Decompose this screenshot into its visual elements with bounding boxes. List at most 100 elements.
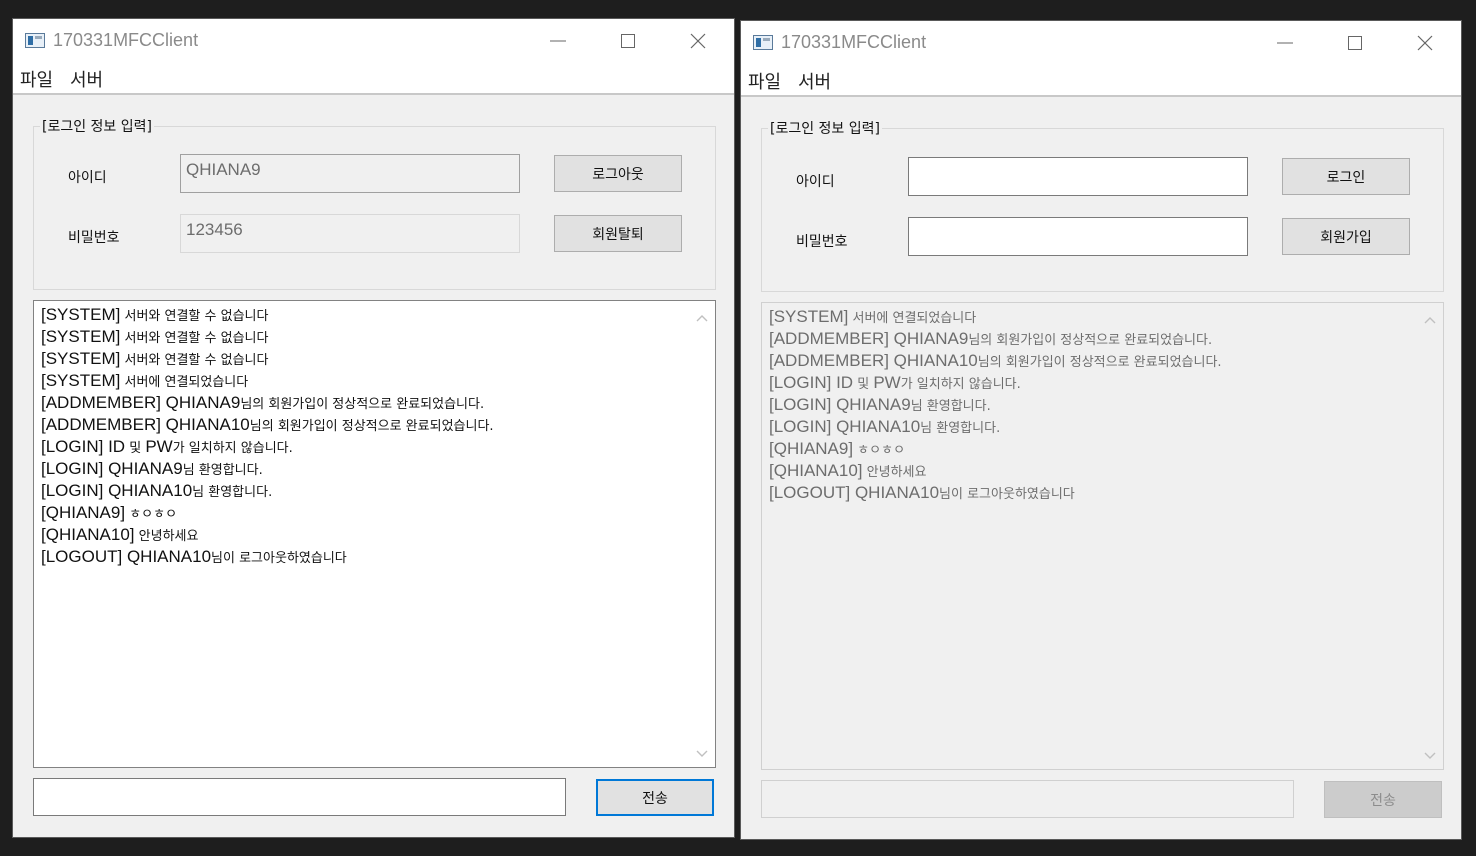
maximize-button[interactable] xyxy=(1325,21,1385,65)
menu-server[interactable]: 서버 xyxy=(70,66,103,92)
log-tag: [LOGIN] QHIANA9 xyxy=(41,459,183,478)
log-line: [SYSTEM] 서버에 연결되었습니다 xyxy=(769,306,1415,328)
log-message: 서버와 연결할 수 없습니다 xyxy=(120,331,269,346)
password-label: 비밀번호 xyxy=(68,230,120,246)
login-button[interactable]: 로그인 xyxy=(1282,158,1410,195)
log-line: [LOGIN] ID 및 PW가 일치하지 않습니다. xyxy=(41,436,687,458)
log-tag: [SYSTEM] xyxy=(41,327,121,346)
log-tag: [SYSTEM] xyxy=(41,371,121,390)
log-tag: [LOGIN] QHIANA10 xyxy=(41,481,193,500)
window-title: 170331MFCClient xyxy=(53,30,199,50)
close-button[interactable] xyxy=(1395,21,1455,65)
scroll-down-icon[interactable] xyxy=(695,749,709,759)
id-field[interactable] xyxy=(908,157,1248,196)
chat-log[interactable]: [SYSTEM] 서버에 연결되었습니다 [ADDMEMBER] QHIANA9님… xyxy=(761,302,1444,770)
log-message: 님의 회원가입이 정상적으로 완료되었습니다. xyxy=(977,355,1222,370)
log-message: 서버와 연결할 수 없습니다 xyxy=(120,309,269,324)
log-tag: [LOGOUT] QHIANA10 xyxy=(41,547,212,566)
scroll-up-icon[interactable] xyxy=(695,313,709,323)
log-line: [SYSTEM] 서버와 연결할 수 없습니다 xyxy=(41,326,687,348)
chat-log-list: [SYSTEM] 서버에 연결되었습니다 [ADDMEMBER] QHIANA9님… xyxy=(769,306,1415,504)
message-input[interactable] xyxy=(33,778,566,816)
chat-log-list: [SYSTEM] 서버와 연결할 수 없습니다 [SYSTEM] 서버와 연결할 … xyxy=(41,304,687,568)
close-icon xyxy=(690,33,706,49)
id-label: 아이디 xyxy=(796,174,835,190)
log-message: 가 일치하지 않습니다. xyxy=(900,377,1021,392)
log-message: 서버와 연결할 수 없습니다 xyxy=(120,353,269,368)
log-tag: [QHIANA10] xyxy=(769,461,863,480)
log-line: [SYSTEM] 서버에 연결되었습니다 xyxy=(41,370,687,392)
log-tag: [ADDMEMBER] QHIANA9 xyxy=(41,393,241,412)
log-line: [QHIANA10] 안녕하세요 xyxy=(769,460,1415,482)
password-field[interactable] xyxy=(908,217,1248,256)
log-line: [SYSTEM] 서버와 연결할 수 없습니다 xyxy=(41,348,687,370)
log-tag: [QHIANA9] xyxy=(769,439,854,458)
log-tag: [SYSTEM] xyxy=(41,349,121,368)
menu-file[interactable]: 파일 xyxy=(748,68,781,94)
log-message: 가 일치하지 않습니다. xyxy=(172,441,293,456)
client-window-logged-out: 170331MFCClient 파일 서버 [로그인 정보 입력] 아이디 로그… xyxy=(740,20,1462,840)
log-line: [LOGOUT] QHIANA10님이 로그아웃하였습니다 xyxy=(769,482,1415,504)
scroll-up-icon[interactable] xyxy=(1423,315,1437,325)
password-field[interactable]: 123456 xyxy=(180,214,520,253)
log-tag: [LOGOUT] QHIANA10 xyxy=(769,483,940,502)
send-button[interactable]: 전송 xyxy=(596,779,714,816)
group-label: [로그인 정보 입력] xyxy=(40,116,154,136)
log-tag: PW xyxy=(145,437,173,456)
log-message: 님이 로그아웃하였습니다 xyxy=(211,551,347,566)
menu-bar: 파일 서버 xyxy=(13,63,734,95)
log-tag: [LOGIN] QHIANA9 xyxy=(769,395,911,414)
window-title: 170331MFCClient xyxy=(781,32,927,52)
log-line: [LOGIN] QHIANA10님 환영합니다. xyxy=(769,416,1415,438)
log-line: [ADDMEMBER] QHIANA10님의 회원가입이 정상적으로 완료되었습… xyxy=(769,350,1415,372)
log-message: 안녕하세요 xyxy=(134,529,199,544)
log-message: 님의 회원가입이 정상적으로 완료되었습니다. xyxy=(249,419,494,434)
log-line: [ADDMEMBER] QHIANA10님의 회원가입이 정상적으로 완료되었습… xyxy=(41,414,687,436)
group-label: [로그인 정보 입력] xyxy=(768,118,882,138)
send-button[interactable]: 전송 xyxy=(1324,781,1442,818)
log-tag: [LOGIN] ID xyxy=(769,373,854,392)
log-line: [QHIANA9] ㅎㅇㅎㅇ xyxy=(769,438,1415,460)
log-message: 님 환영합니다. xyxy=(920,421,1001,436)
minimize-icon xyxy=(550,40,566,42)
log-tag: [SYSTEM] xyxy=(769,307,849,326)
client-window-logged-in: 170331MFCClient 파일 서버 [로그인 정보 입력] 아이디 QH… xyxy=(12,18,735,838)
log-tag: [LOGIN] ID xyxy=(41,437,126,456)
log-line: [LOGIN] QHIANA10님 환영합니다. xyxy=(41,480,687,502)
chat-log[interactable]: [SYSTEM] 서버와 연결할 수 없습니다 [SYSTEM] 서버와 연결할 … xyxy=(33,300,716,768)
log-message: 서버에 연결되었습니다 xyxy=(848,311,977,326)
title-bar[interactable]: 170331MFCClient xyxy=(13,19,734,63)
maximize-button[interactable] xyxy=(598,19,658,63)
id-field[interactable]: QHIANA9 xyxy=(180,154,520,193)
signup-button[interactable]: 회원가입 xyxy=(1282,218,1410,255)
scroll-down-icon[interactable] xyxy=(1423,751,1437,761)
scrollbar[interactable] xyxy=(689,301,715,767)
menu-bar: 파일 서버 xyxy=(741,65,1461,97)
message-input[interactable] xyxy=(761,780,1294,818)
close-button[interactable] xyxy=(668,19,728,63)
log-line: [QHIANA10] 안녕하세요 xyxy=(41,524,687,546)
log-line: [ADDMEMBER] QHIANA9님의 회원가입이 정상적으로 완료되었습니… xyxy=(41,392,687,414)
password-label: 비밀번호 xyxy=(796,234,848,250)
log-tag: [ADDMEMBER] QHIANA9 xyxy=(769,329,969,348)
logout-button[interactable]: 로그아웃 xyxy=(554,155,682,192)
menu-server[interactable]: 서버 xyxy=(798,68,831,94)
minimize-button[interactable] xyxy=(528,19,588,63)
minimize-button[interactable] xyxy=(1255,21,1315,65)
scrollbar[interactable] xyxy=(1417,303,1443,769)
log-message: 및 xyxy=(125,441,146,456)
title-bar[interactable]: 170331MFCClient xyxy=(741,21,1461,65)
log-tag: [SYSTEM] xyxy=(41,305,121,324)
log-message: ㅎㅇㅎㅇ xyxy=(125,507,178,522)
log-message: 님 환영합니다. xyxy=(192,485,273,500)
log-tag: [QHIANA9] xyxy=(41,503,126,522)
maximize-icon xyxy=(621,34,635,48)
log-line: [SYSTEM] 서버와 연결할 수 없습니다 xyxy=(41,304,687,326)
maximize-icon xyxy=(1348,36,1362,50)
withdraw-button[interactable]: 회원탈퇴 xyxy=(554,215,682,252)
log-line: [ADDMEMBER] QHIANA9님의 회원가입이 정상적으로 완료되었습니… xyxy=(769,328,1415,350)
menu-file[interactable]: 파일 xyxy=(20,66,53,92)
log-message: 님의 회원가입이 정상적으로 완료되었습니다. xyxy=(968,333,1213,348)
login-info-group: [로그인 정보 입력] 아이디 로그인 비밀번호 회원가입 xyxy=(761,118,1444,292)
log-line: [LOGOUT] QHIANA10님이 로그아웃하였습니다 xyxy=(41,546,687,568)
